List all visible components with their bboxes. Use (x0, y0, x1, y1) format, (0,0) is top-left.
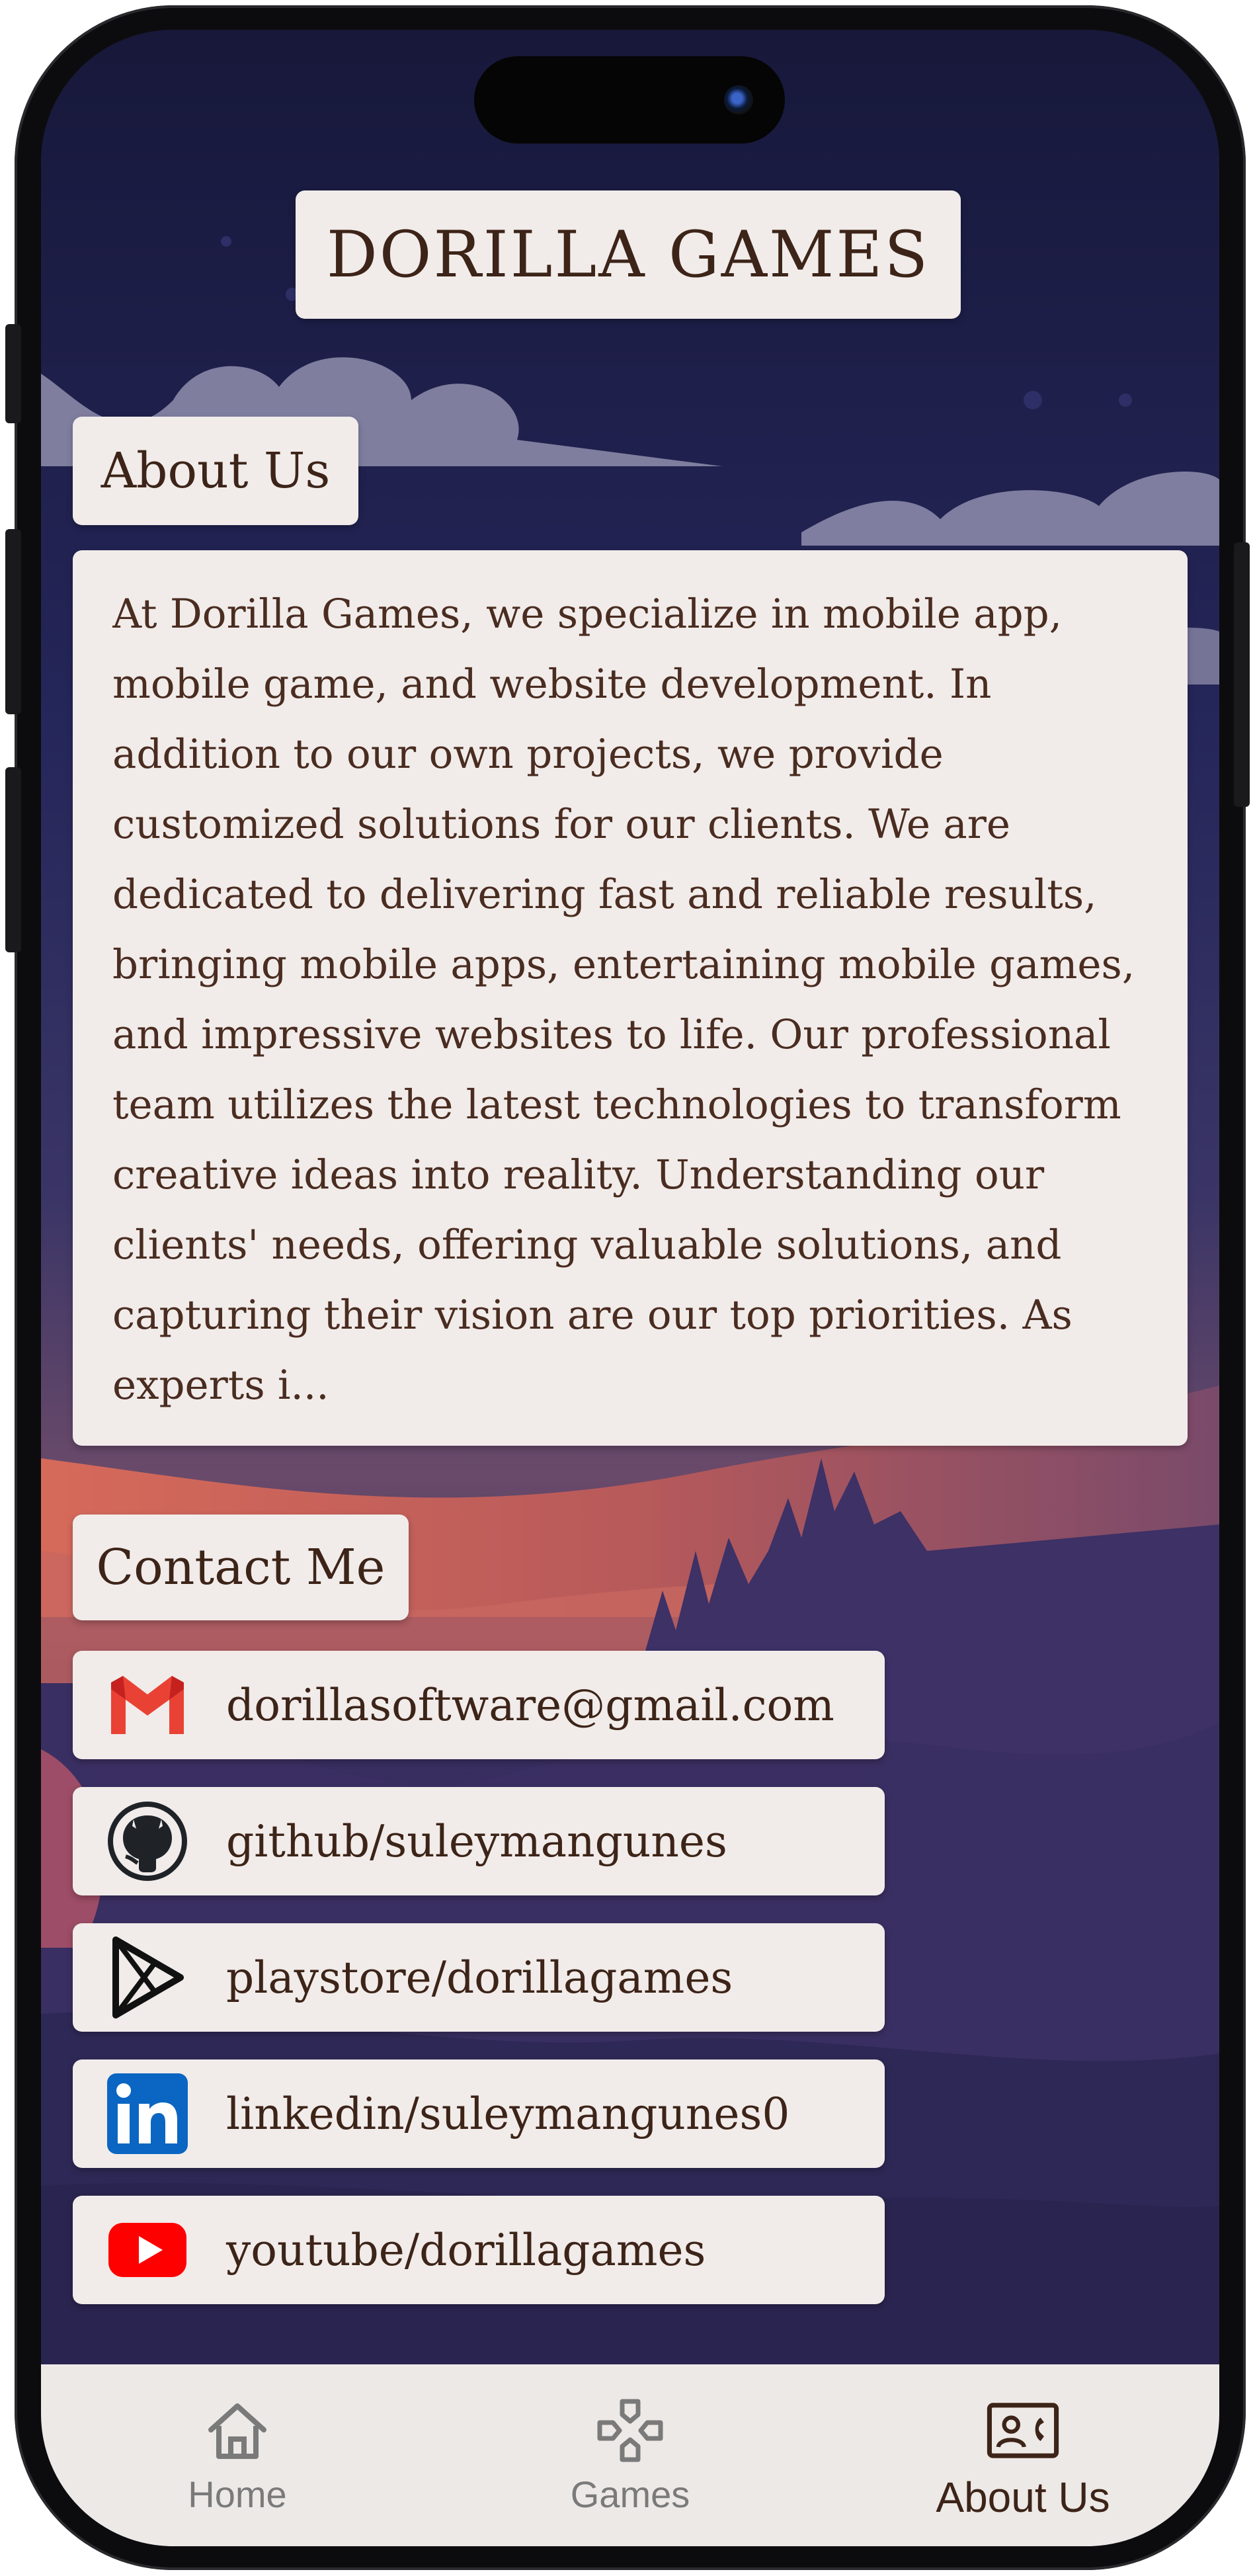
about-section-title: About Us (73, 417, 358, 525)
gmail-icon (104, 1662, 190, 1748)
dynamic-island (474, 56, 785, 144)
app-screen: DORILLA GAMES About Us At Dorilla Games,… (41, 30, 1219, 2546)
contact-label: youtube/dorillagames (226, 2224, 706, 2276)
contact-github[interactable]: github/suleymangunes (73, 1787, 885, 1895)
contact-label: github/suleymangunes (226, 1815, 727, 1867)
linkedin-icon (104, 2071, 190, 2157)
contact-section-title: Contact Me (73, 1515, 409, 1620)
contact-label: playstore/dorillagames (226, 1952, 733, 2003)
playstore-icon (104, 1934, 190, 2020)
contact-playstore[interactable]: playstore/dorillagames (73, 1923, 885, 2032)
power-button (1234, 542, 1250, 807)
home-icon (201, 2397, 274, 2464)
contact-label: dorillasoftware@gmail.com (226, 1679, 834, 1731)
contact-linkedin[interactable]: linkedin/suleymangunes0 (73, 2059, 885, 2168)
contact-label: linkedin/suleymangunes0 (226, 2088, 790, 2140)
about-description-card: At Dorilla Games, we specialize in mobil… (73, 550, 1188, 1446)
contact-youtube[interactable]: youtube/dorillagames (73, 2196, 885, 2304)
nav-about-us[interactable]: About Us (827, 2364, 1219, 2546)
nav-label: Home (188, 2473, 287, 2515)
about-description: At Dorilla Games, we specialize in mobil… (112, 591, 1135, 1409)
nav-home[interactable]: Home (41, 2364, 434, 2546)
nav-label: About Us (936, 2473, 1110, 2521)
contact-gmail[interactable]: dorillasoftware@gmail.com (73, 1651, 885, 1759)
youtube-icon (104, 2207, 190, 2293)
camera-icon (724, 85, 753, 114)
brand-title: DORILLA GAMES (296, 190, 961, 319)
bottom-navigation: Home Games About Us (41, 2364, 1219, 2546)
nav-games[interactable]: Games (434, 2364, 827, 2546)
volume-up-button (5, 529, 21, 714)
mute-switch (5, 324, 21, 423)
gamepad-icon (594, 2397, 667, 2464)
nav-label: Games (570, 2473, 690, 2515)
volume-down-button (5, 767, 21, 952)
github-icon (104, 1798, 190, 1884)
contact-card-icon (987, 2397, 1059, 2464)
